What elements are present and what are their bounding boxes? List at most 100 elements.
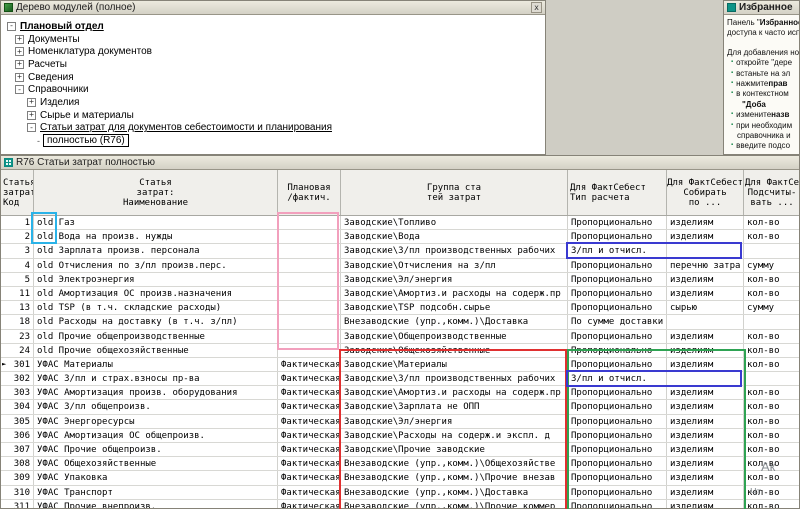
table-row[interactable]: 302УФАС З/пл и страх.взносы пр-ваФактиче… [1, 372, 799, 386]
table-cell[interactable]: УФАС З/пл и страх.взносы пр-ва [34, 372, 278, 385]
table-cell[interactable]: Заводские\Расходы на содерж.и экспл. д [341, 429, 568, 442]
table-cell[interactable]: кол-во [744, 400, 799, 413]
table-cell[interactable]: Заводские\Общепроизводственные [341, 330, 568, 343]
table-cell[interactable]: Внезаводские (упр.,комм.)\Прочие коммер [341, 500, 568, 508]
tree-item[interactable]: +Номенклатура документов [1, 45, 545, 58]
table-cell[interactable]: Внезаводские (упр.,комм.)\Прочие внезав [341, 471, 568, 484]
table-cell[interactable]: Заводские\Амортиз.и расходы на содерж.пр [341, 287, 568, 300]
table-cell[interactable]: 5 [1, 273, 34, 286]
table-cell[interactable]: ►301 [1, 358, 34, 371]
table-cell[interactable]: 309 [1, 471, 34, 484]
table-row[interactable]: 18old Расходы на доставку (в т.ч. з/пл)В… [1, 315, 799, 329]
table-row[interactable]: 311УФАС Прочие внепроизв.ФактическаяВнез… [1, 500, 799, 508]
table-row[interactable]: 11old Амортизация ОС произв.назначенияЗа… [1, 287, 799, 301]
table-cell[interactable]: Пропорционально [568, 400, 667, 413]
table-cell[interactable]: УФАС Упаковка [34, 471, 278, 484]
table-cell[interactable]: УФАС Общехозяйственные [34, 457, 278, 470]
table-row[interactable]: ►301УФАС МатериалыФактическаяЗаводские\М… [1, 358, 799, 372]
table-cell[interactable] [278, 259, 341, 272]
table-cell[interactable]: 302 [1, 372, 34, 385]
table-cell[interactable]: old Расходы на доставку (в т.ч. з/пл) [34, 315, 278, 328]
table-cell[interactable]: Пропорционально [568, 443, 667, 456]
table-cell[interactable]: изделиям [667, 457, 744, 470]
table-cell[interactable]: Заводские\TSP подсобн.сырье [341, 301, 568, 314]
table-cell[interactable]: УФАС Амортизация произв. оборудования [34, 386, 278, 399]
table-cell[interactable]: old Отчисления по з/пл произв.перс. [34, 259, 278, 272]
table-cell[interactable]: Заводские\Эл/энергия [341, 415, 568, 428]
table-cell[interactable]: изделиям [667, 429, 744, 442]
tree-item-label[interactable]: Статьи затрат для документов себестоимос… [40, 122, 332, 133]
table-cell[interactable]: 18 [1, 315, 34, 328]
table-titlebar[interactable]: R76 Статьи затрат полностью [1, 156, 799, 170]
tree-item[interactable]: -Статьи затрат для документов себестоимо… [1, 122, 545, 135]
table-cell[interactable]: кол-во [744, 344, 799, 357]
table-cell[interactable]: кол-во [744, 287, 799, 300]
table-cell[interactable]: old Прочие общепроизводственные [34, 330, 278, 343]
table-cell[interactable]: УФАС Прочие общепроизв. [34, 443, 278, 456]
table-cell[interactable]: Пропорционально [568, 216, 667, 229]
tree-item[interactable]: +Сырье и материалы [1, 109, 545, 122]
tree-item[interactable]: + Сведения [1, 71, 545, 84]
table-cell[interactable]: Фактическая [278, 358, 341, 371]
table-cell[interactable]: 304 [1, 400, 34, 413]
table-row[interactable]: 305УФАС ЭнергоресурсыФактическаяЗаводски… [1, 415, 799, 429]
table-cell[interactable]: изделиям [667, 386, 744, 399]
table-cell[interactable]: кол-во [744, 443, 799, 456]
table-cell[interactable]: Пропорционально [568, 486, 667, 499]
table-cell[interactable]: Пропорционально [568, 330, 667, 343]
table-row[interactable]: 24old Прочие общехозяйственныеЗаводские\… [1, 344, 799, 358]
table-cell[interactable]: Фактическая [278, 486, 341, 499]
tree-item-label[interactable]: Сведения [28, 72, 74, 83]
table-cell[interactable]: Пропорционально [568, 259, 667, 272]
table-cell[interactable]: УФАС Амортизация ОС общепроизв. [34, 429, 278, 442]
table-cell[interactable]: 308 [1, 457, 34, 470]
table-cell[interactable]: кол-во [744, 386, 799, 399]
table-row[interactable]: 13old TSP (в т.ч. складские расходы)Заво… [1, 301, 799, 315]
table-cell[interactable]: Пропорционально [568, 415, 667, 428]
table-cell[interactable]: Заводские\Зарплата не ОПП [341, 400, 568, 413]
table-cell[interactable]: Заводские\З/пл производственных рабочих [341, 372, 568, 385]
table-cell[interactable]: Пропорционально [568, 457, 667, 470]
table-cell[interactable] [744, 244, 799, 257]
table-cell[interactable]: изделиям [667, 230, 744, 243]
table-cell[interactable]: Фактическая [278, 457, 341, 470]
table-cell[interactable]: Заводские\Топливо [341, 216, 568, 229]
column-header[interactable]: Плановая/фактич. [278, 170, 341, 215]
table-cell[interactable]: изделиям [667, 358, 744, 371]
tree-item[interactable]: +Расчеты [1, 58, 545, 71]
table-cell[interactable]: Пропорционально [568, 500, 667, 508]
table-cell[interactable]: кол-во [744, 330, 799, 343]
table-cell[interactable] [278, 273, 341, 286]
table-cell[interactable]: изделиям [667, 486, 744, 499]
table-row[interactable]: 2old Вода на произв. нуждыЗаводские\Вода… [1, 230, 799, 244]
table-cell[interactable]: изделиям [667, 330, 744, 343]
table-cell[interactable]: кол-во [744, 415, 799, 428]
table-cell[interactable]: кол-во [744, 500, 799, 508]
table-cell[interactable]: Заводские\Амортиз.и расходы на содерж.пр [341, 386, 568, 399]
table-cell[interactable]: Фактическая [278, 471, 341, 484]
table-cell[interactable]: Пропорционально [568, 287, 667, 300]
tree-item[interactable]: -полностью (R76) [1, 134, 545, 147]
table-row[interactable]: 23old Прочие общепроизводственныеЗаводск… [1, 330, 799, 344]
column-header[interactable]: Группа статей затрат [341, 170, 568, 215]
table-row[interactable]: 307УФАС Прочие общепроизв.ФактическаяЗав… [1, 443, 799, 457]
table-cell[interactable] [278, 244, 341, 257]
table-cell[interactable]: кол-во [744, 216, 799, 229]
table-cell[interactable]: Пропорционально [568, 230, 667, 243]
table-cell[interactable]: Фактическая [278, 386, 341, 399]
table-cell[interactable]: сырью [667, 301, 744, 314]
table-cell[interactable]: 311 [1, 500, 34, 508]
tree-item-label[interactable]: Сырье и материалы [40, 110, 134, 121]
table-cell[interactable]: 24 [1, 344, 34, 357]
expand-icon[interactable]: + [15, 73, 24, 82]
table-cell[interactable]: кол-во [744, 429, 799, 442]
favorites-titlebar[interactable]: Избранное [724, 1, 799, 15]
table-cell[interactable] [667, 315, 744, 328]
table-cell[interactable]: Заводские\Отчисления на з/пл [341, 259, 568, 272]
table-cell[interactable]: 2 [1, 230, 34, 243]
table-row[interactable]: 306УФАС Амортизация ОС общепроизв.Фактич… [1, 429, 799, 443]
table-cell[interactable]: old Электроэнергия [34, 273, 278, 286]
collapse-icon[interactable]: - [15, 85, 24, 94]
table-cell[interactable]: изделиям [667, 415, 744, 428]
tree-item-label[interactable]: Расчеты [28, 59, 67, 70]
